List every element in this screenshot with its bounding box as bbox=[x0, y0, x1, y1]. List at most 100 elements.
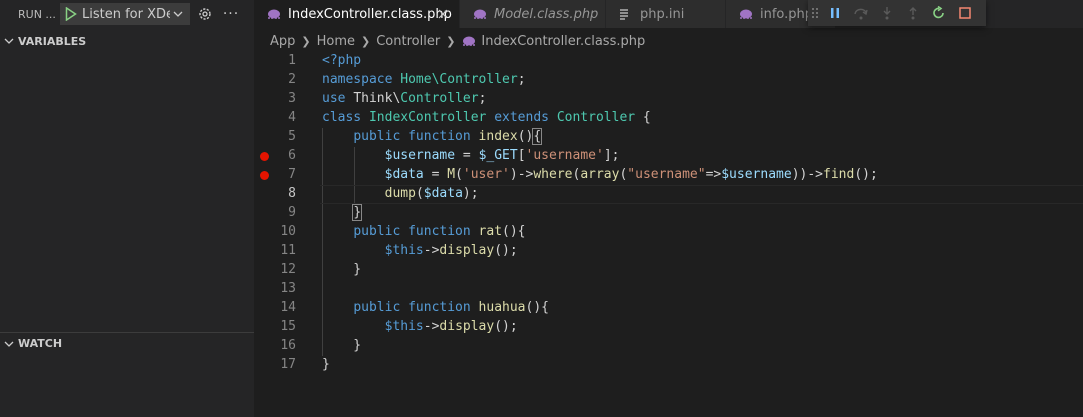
code-text: } bbox=[322, 338, 361, 353]
step-into-icon[interactable] bbox=[874, 2, 900, 24]
line-number: 2 bbox=[288, 72, 296, 87]
code-line[interactable]: 3 use Think\Controller; bbox=[254, 90, 1083, 109]
code-token: } bbox=[322, 338, 362, 353]
more-actions-icon[interactable]: ··· bbox=[222, 5, 240, 23]
code-token: (); bbox=[494, 319, 518, 334]
code-token: [ bbox=[517, 148, 526, 163]
tab-label: IndexController.class.php bbox=[288, 6, 452, 22]
run-title: RUN ... bbox=[18, 7, 56, 21]
code-text: $username = $_GET['username']; bbox=[322, 148, 620, 163]
code-token: = bbox=[423, 167, 448, 182]
code-token: where bbox=[533, 167, 573, 182]
chevron-down-icon bbox=[0, 340, 18, 348]
line-number: 9 bbox=[288, 205, 296, 220]
debug-toolbar bbox=[808, 0, 986, 26]
code-line[interactable]: 14 public function huahua(){ bbox=[254, 299, 1083, 318]
launch-config-select[interactable]: Listen for XDe bbox=[60, 3, 190, 25]
chevron-right-icon: ❯ bbox=[361, 34, 371, 48]
code-token: index bbox=[478, 129, 518, 144]
code-editor[interactable]: 1 <?php 2 namespace Home\Controller; 3 use Th… bbox=[254, 52, 1083, 417]
code-token: M bbox=[447, 167, 456, 182]
code-token: } bbox=[322, 262, 362, 277]
code-token: $this bbox=[384, 243, 424, 258]
code-line[interactable]: 17} bbox=[254, 356, 1083, 375]
line-number: 6 bbox=[288, 148, 296, 163]
code-token: ]; bbox=[603, 148, 620, 163]
line-number: 10 bbox=[280, 224, 296, 239]
code-token: } bbox=[322, 357, 330, 372]
breadcrumb-item[interactable]: IndexController.class.php bbox=[481, 34, 645, 49]
code-token: rat bbox=[478, 224, 503, 239]
chevron-down-icon bbox=[0, 37, 18, 45]
code-line[interactable]: 6 $username = $_GET['username']; bbox=[254, 147, 1083, 166]
line-number: 8 bbox=[288, 186, 296, 201]
code-token: $data bbox=[423, 186, 463, 201]
close-icon[interactable] bbox=[435, 6, 451, 22]
code-line[interactable]: 1 <?php bbox=[254, 52, 1083, 71]
step-out-icon[interactable] bbox=[900, 2, 926, 24]
code-token: Controller bbox=[400, 91, 479, 106]
gear-icon[interactable] bbox=[196, 5, 214, 23]
code-text: public function huahua(){ bbox=[322, 300, 549, 315]
code-line[interactable]: 8 dump($data); bbox=[254, 185, 1083, 204]
restart-icon[interactable] bbox=[926, 2, 952, 24]
step-over-icon[interactable] bbox=[848, 2, 874, 24]
code-token: Controller bbox=[556, 110, 643, 125]
code-line[interactable]: 13 bbox=[254, 280, 1083, 299]
code-text: $this->display(); bbox=[322, 243, 518, 258]
code-token: ))-> bbox=[791, 167, 823, 182]
code-token: array bbox=[580, 167, 620, 182]
breadcrumb-item[interactable]: Home bbox=[317, 34, 355, 49]
tab-php-ini[interactable]: php.ini bbox=[606, 0, 726, 28]
code-line[interactable]: 7 $data = M('user')->where(array("userna… bbox=[254, 166, 1083, 185]
line-number: 7 bbox=[288, 167, 296, 182]
stop-icon[interactable] bbox=[952, 2, 978, 24]
code-token: -> bbox=[423, 319, 440, 334]
variables-section-header[interactable]: VARIABLES bbox=[0, 30, 254, 52]
pause-icon[interactable] bbox=[822, 2, 848, 24]
breadcrumb-item[interactable]: Controller bbox=[376, 34, 440, 49]
watch-section-header[interactable]: WATCH bbox=[0, 332, 254, 354]
start-debugging-icon[interactable] bbox=[60, 7, 82, 21]
line-number: 17 bbox=[280, 357, 296, 372]
breadcrumb-item[interactable]: App bbox=[270, 34, 295, 49]
code-token: ( bbox=[415, 186, 424, 201]
code-token: huahua bbox=[478, 300, 526, 315]
code-line[interactable]: 2 namespace Home\Controller; bbox=[254, 71, 1083, 90]
breadcrumb: App ❯ Home ❯ Controller ❯ IndexControlle… bbox=[254, 30, 645, 52]
code-token: (){ bbox=[502, 224, 526, 239]
code-token: = bbox=[455, 148, 479, 163]
code-token: ; bbox=[478, 91, 487, 106]
code-token: { bbox=[642, 110, 651, 125]
code-line[interactable]: 5 public function index(){ bbox=[254, 128, 1083, 147]
chevron-right-icon: ❯ bbox=[301, 34, 311, 48]
code-line[interactable]: 16 } bbox=[254, 337, 1083, 356]
code-line[interactable]: 15 $this->display(); bbox=[254, 318, 1083, 337]
code-text: namespace Home\Controller; bbox=[322, 72, 526, 87]
code-token: (); bbox=[494, 243, 518, 258]
code-token: Home\Controller bbox=[400, 72, 518, 87]
line-number: 1 bbox=[288, 53, 296, 68]
code-line[interactable]: 11 $this->display(); bbox=[254, 242, 1083, 261]
code-text: <?php bbox=[322, 53, 361, 68]
code-line[interactable]: 12 } bbox=[254, 261, 1083, 280]
line-number: 3 bbox=[288, 91, 296, 106]
drag-handle-icon[interactable] bbox=[808, 2, 822, 24]
code-text: $data = M('user')->where(array("username… bbox=[322, 167, 878, 182]
code-token: $this bbox=[384, 319, 424, 334]
line-number: 11 bbox=[280, 243, 296, 258]
line-number: 4 bbox=[288, 110, 296, 125]
code-token: Think\ bbox=[353, 91, 401, 106]
tab-indexcontroller[interactable]: IndexController.class.php bbox=[254, 0, 460, 28]
code-line[interactable]: 10 public function rat(){ bbox=[254, 223, 1083, 242]
code-line[interactable]: 9 } bbox=[254, 204, 1083, 223]
code-token: namespace bbox=[322, 72, 401, 87]
code-line[interactable]: 4 class IndexController extends Controlle… bbox=[254, 109, 1083, 128]
tab-model[interactable]: Model.class.php bbox=[460, 0, 606, 28]
debug-sidebar: RUN ... Listen for XDe ··· VARIABLES WAT… bbox=[0, 0, 254, 417]
line-number: 13 bbox=[280, 281, 296, 296]
code-token: IndexController bbox=[368, 110, 495, 125]
